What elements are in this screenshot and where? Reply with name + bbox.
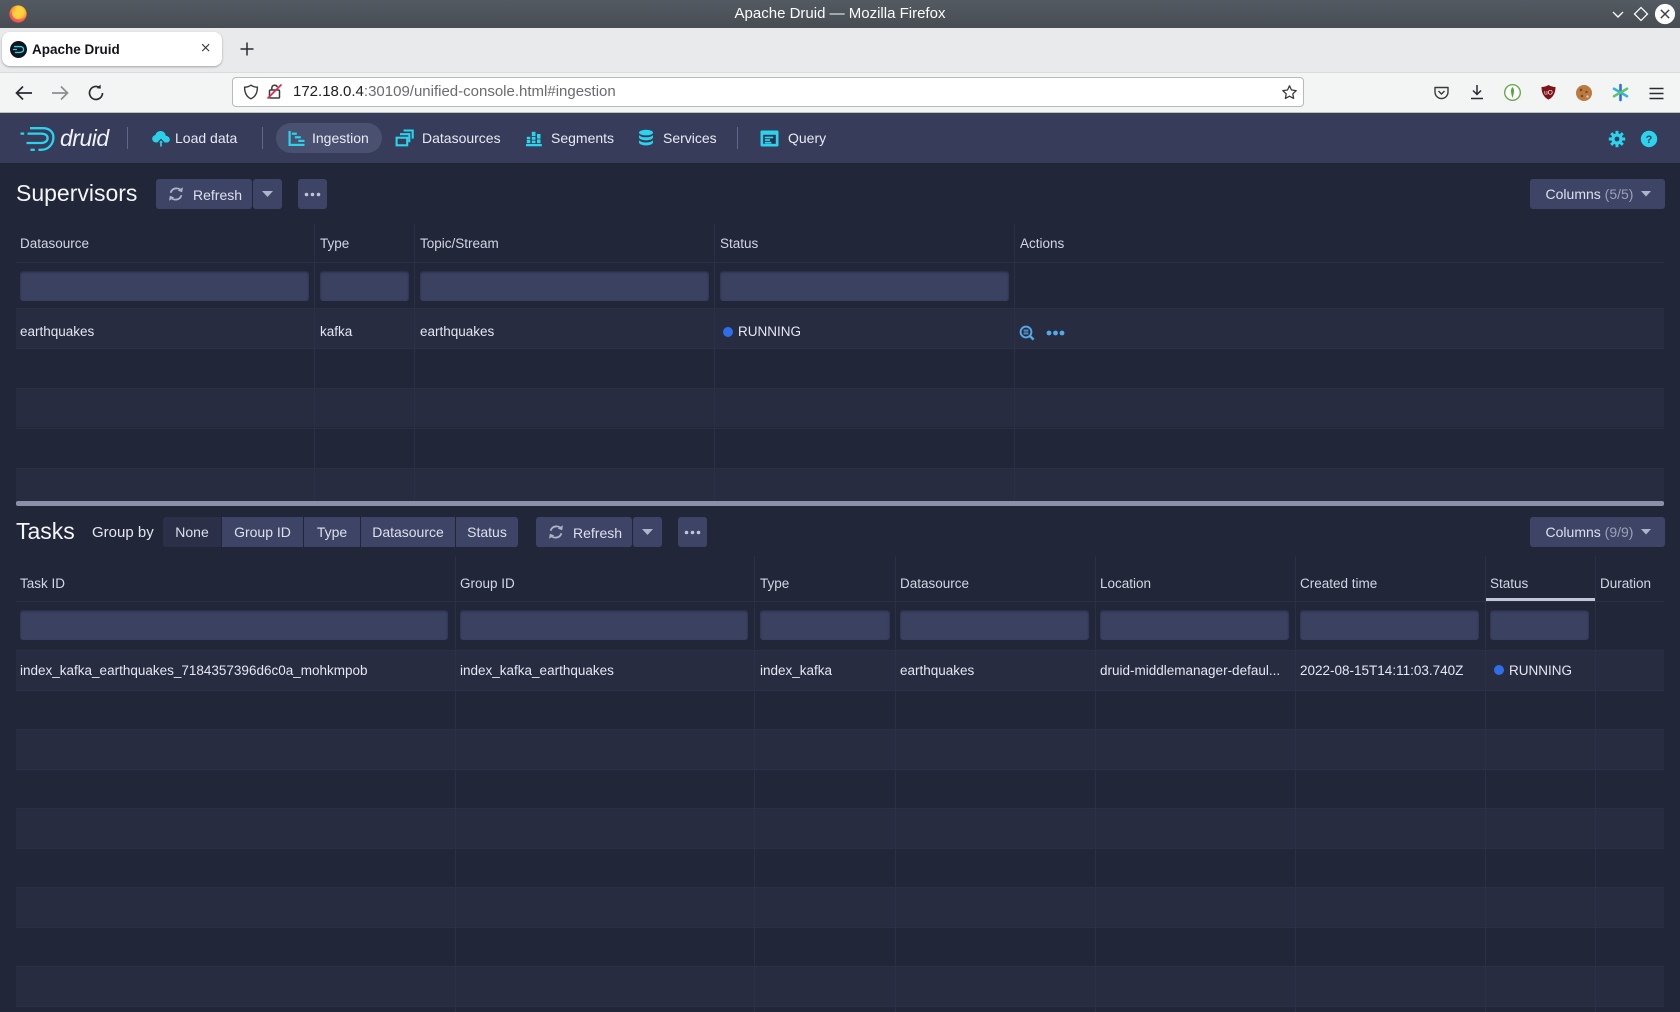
svg-text:?: ?	[1646, 134, 1653, 146]
svg-text:uO: uO	[1544, 90, 1553, 97]
